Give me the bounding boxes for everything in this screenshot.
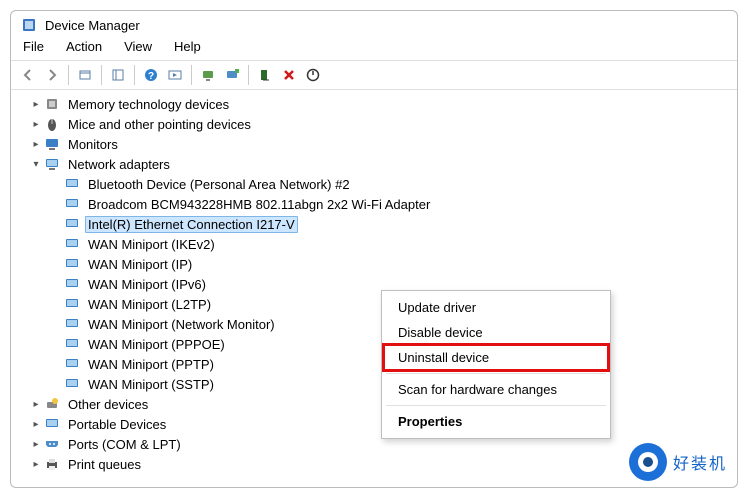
- tree-item-adapter[interactable]: Broadcom BCM943228HMB 802.11abgn 2x2 Wi-…: [11, 194, 737, 214]
- chevron-right-icon[interactable]: ▸: [29, 437, 43, 451]
- tree-item-adapter-selected[interactable]: Intel(R) Ethernet Connection I217-V: [11, 214, 737, 234]
- tree-item-adapter[interactable]: WAN Miniport (SSTP): [11, 374, 737, 394]
- help-button[interactable]: ?: [140, 64, 162, 86]
- tree-item-adapter[interactable]: WAN Miniport (IKEv2): [11, 234, 737, 254]
- watermark-logo-icon: [629, 443, 667, 481]
- toolbar-separator: [191, 65, 192, 85]
- menu-separator: [386, 373, 606, 374]
- context-update-driver[interactable]: Update driver: [384, 295, 608, 320]
- watermark: 好装机: [629, 443, 727, 481]
- toolbar-separator: [248, 65, 249, 85]
- chevron-right-icon[interactable]: ▸: [29, 397, 43, 411]
- network-adapter-icon: [63, 296, 81, 312]
- network-adapter-icon: [63, 376, 81, 392]
- tree-item-other-devices[interactable]: ▸ Other devices: [11, 394, 737, 414]
- tree-item-adapter[interactable]: WAN Miniport (PPPOE): [11, 334, 737, 354]
- network-adapter-icon: [63, 236, 81, 252]
- network-adapter-icon: [63, 316, 81, 332]
- device-tree[interactable]: ▸ Memory technology devices ▸ Mice and o…: [11, 90, 737, 482]
- context-properties[interactable]: Properties: [384, 409, 608, 434]
- update-driver-button[interactable]: [254, 64, 276, 86]
- chevron-down-icon[interactable]: ▾: [29, 157, 43, 171]
- tree-item-adapter[interactable]: Bluetooth Device (Personal Area Network)…: [11, 174, 737, 194]
- tree-item-memory-technology[interactable]: ▸ Memory technology devices: [11, 94, 737, 114]
- tree-item-network-adapters[interactable]: ▾ Network adapters: [11, 154, 737, 174]
- network-adapter-icon: [63, 176, 81, 192]
- chip-icon: [43, 96, 61, 112]
- action-list-button[interactable]: [164, 64, 186, 86]
- menu-file[interactable]: File: [23, 39, 44, 54]
- menu-separator: [386, 405, 606, 406]
- tree-item-portable-devices[interactable]: ▸ Portable Devices: [11, 414, 737, 434]
- tree-item-adapter[interactable]: WAN Miniport (L2TP): [11, 294, 737, 314]
- context-menu: Update driver Disable device Uninstall d…: [381, 290, 611, 439]
- network-adapter-icon: [63, 256, 81, 272]
- scan-hardware-button[interactable]: [197, 64, 219, 86]
- portable-device-icon: [43, 416, 61, 432]
- uninstall-device-button[interactable]: [278, 64, 300, 86]
- other-icon: [43, 396, 61, 412]
- tree-item-adapter[interactable]: WAN Miniport (Network Monitor): [11, 314, 737, 334]
- chevron-right-icon[interactable]: ▸: [29, 117, 43, 131]
- chevron-right-icon[interactable]: ▸: [29, 137, 43, 151]
- titlebar: Device Manager: [11, 11, 737, 35]
- mouse-icon: [43, 116, 61, 132]
- network-adapter-icon: [63, 196, 81, 212]
- printer-icon: [43, 456, 61, 472]
- toolbar-separator: [134, 65, 135, 85]
- menu-help[interactable]: Help: [174, 39, 201, 54]
- forward-button[interactable]: [41, 64, 63, 86]
- show-hidden-button[interactable]: [74, 64, 96, 86]
- tree-item-adapter[interactable]: WAN Miniport (IP): [11, 254, 737, 274]
- watermark-text: 好装机: [673, 450, 727, 474]
- context-uninstall-device[interactable]: Uninstall device: [384, 345, 608, 370]
- chevron-right-icon[interactable]: ▸: [29, 417, 43, 431]
- toolbar-separator: [101, 65, 102, 85]
- window-title: Device Manager: [45, 18, 140, 33]
- tree-item-mice[interactable]: ▸ Mice and other pointing devices: [11, 114, 737, 134]
- ports-icon: [43, 436, 61, 452]
- context-scan-hardware[interactable]: Scan for hardware changes: [384, 377, 608, 402]
- menu-view[interactable]: View: [124, 39, 152, 54]
- tree-item-adapter[interactable]: WAN Miniport (IPv6): [11, 274, 737, 294]
- toolbar-separator: [68, 65, 69, 85]
- menubar: File Action View Help: [11, 35, 737, 60]
- properties-button[interactable]: [107, 64, 129, 86]
- chevron-right-icon[interactable]: ▸: [29, 97, 43, 111]
- disable-device-button[interactable]: [302, 64, 324, 86]
- tree-item-adapter[interactable]: WAN Miniport (PPTP): [11, 354, 737, 374]
- network-adapter-icon: [63, 336, 81, 352]
- chevron-right-icon[interactable]: ▸: [29, 457, 43, 471]
- menu-action[interactable]: Action: [66, 39, 102, 54]
- toolbar: ?: [11, 60, 737, 90]
- context-disable-device[interactable]: Disable device: [384, 320, 608, 345]
- app-icon: [21, 17, 37, 33]
- network-adapter-icon: [63, 276, 81, 292]
- network-adapter-icon: [63, 356, 81, 372]
- back-button[interactable]: [17, 64, 39, 86]
- tree-item-monitors[interactable]: ▸ Monitors: [11, 134, 737, 154]
- network-adapter-icon: [63, 216, 81, 232]
- monitor-icon: [43, 136, 61, 152]
- svg-text:?: ?: [148, 71, 154, 82]
- device-manager-window: Device Manager File Action View Help ? ▸…: [10, 10, 738, 488]
- add-legacy-button[interactable]: [221, 64, 243, 86]
- network-icon: [43, 156, 61, 172]
